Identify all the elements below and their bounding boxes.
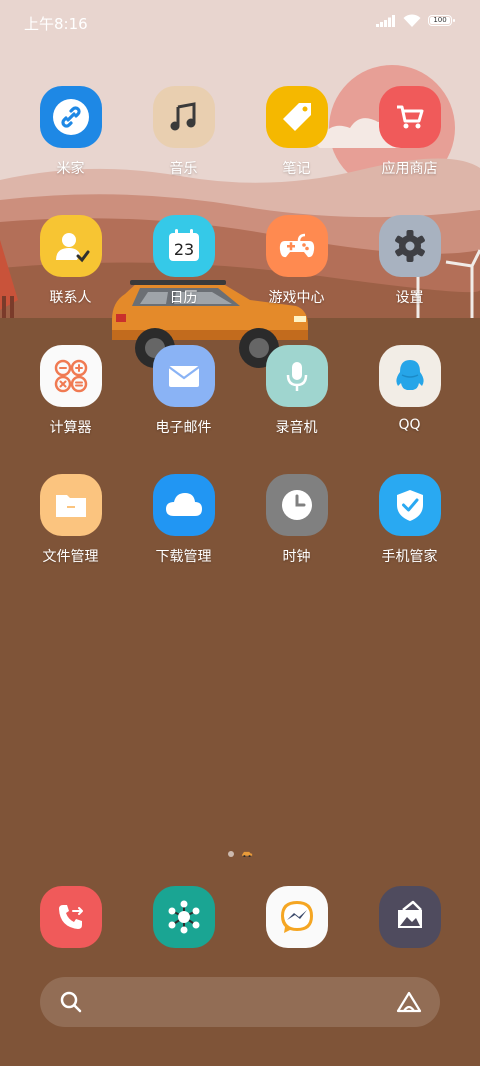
status-time: 上午8:16 — [24, 15, 88, 33]
app-icon — [152, 86, 215, 148]
dock-gallery[interactable] — [379, 886, 441, 948]
app-clock[interactable]: 时钟 — [240, 474, 353, 584]
calculator-icon — [54, 359, 87, 393]
cloud-icon — [165, 493, 202, 516]
shopping-cart-icon — [396, 105, 423, 129]
app-label: 音乐 — [169, 161, 198, 177]
app-label: 时钟 — [282, 549, 311, 565]
app-icon — [39, 215, 102, 277]
app-label: 录音机 — [275, 420, 318, 436]
battery-icon: 100 — [428, 15, 455, 26]
search-bar[interactable] — [40, 977, 440, 1027]
app-calendar[interactable]: 23 日历 — [127, 215, 240, 325]
app-icon — [378, 86, 441, 148]
shield-check-icon — [396, 490, 423, 521]
qq-penguin-icon — [395, 360, 424, 390]
app-recorder[interactable]: 录音机 — [240, 345, 353, 455]
app-icon: 23 — [152, 215, 215, 277]
app-icon — [39, 345, 102, 407]
app-label: 游戏中心 — [268, 290, 325, 306]
microphone-icon — [286, 362, 307, 391]
gear-icon — [394, 230, 425, 262]
app-notes[interactable]: 笔记 — [240, 86, 353, 196]
app-icon — [152, 345, 215, 407]
app-label: 日历 — [169, 290, 198, 306]
calendar-day: 23 — [173, 240, 193, 259]
app-contacts[interactable]: 联系人 — [14, 215, 127, 325]
search-icon[interactable] — [59, 990, 83, 1014]
app-icon — [265, 86, 328, 148]
app-downloads[interactable]: 下载管理 — [127, 474, 240, 584]
app-label: 应用商店 — [381, 161, 438, 177]
messenger-icon — [281, 901, 313, 933]
app-file-manager[interactable]: 文件管理 — [14, 474, 127, 584]
phone-icon — [59, 905, 83, 929]
contact-icon — [55, 233, 89, 263]
app-label: 电子邮件 — [155, 420, 212, 436]
dock-messenger[interactable] — [266, 886, 328, 948]
page-indicator[interactable] — [228, 851, 253, 857]
page-dot-car-icon[interactable] — [241, 851, 253, 857]
network-hub-icon — [168, 900, 200, 934]
app-qq[interactable]: QQ — [353, 345, 466, 455]
app-label: 下载管理 — [155, 549, 212, 565]
status-bar: 上午8:16 100 — [0, 0, 480, 46]
app-store[interactable]: 应用商店 — [353, 86, 466, 196]
app-icon — [39, 474, 102, 536]
tag-icon — [282, 103, 311, 131]
app-music[interactable]: 音乐 — [127, 86, 240, 196]
app-icon — [378, 474, 441, 536]
app-icon — [152, 474, 215, 536]
app-security[interactable]: 手机管家 — [353, 474, 466, 584]
app-label: 手机管家 — [381, 549, 438, 565]
app-email[interactable]: 电子邮件 — [127, 345, 240, 455]
app-game-center[interactable]: 游戏中心 — [240, 215, 353, 325]
music-note-icon — [170, 102, 195, 131]
app-calculator[interactable]: 计算器 — [14, 345, 127, 455]
page-dot[interactable] — [228, 851, 234, 857]
signal-icon — [376, 14, 395, 27]
home-screen: 上午8:16 100 米家 音乐 笔记 应用商店 联系人 23 日历 游戏中心 … — [0, 0, 480, 1066]
gamepad-icon — [279, 233, 314, 258]
app-settings[interactable]: 设置 — [353, 215, 466, 325]
app-icon — [378, 345, 441, 407]
gallery-icon — [398, 900, 422, 928]
app-label: 笔记 — [282, 161, 311, 177]
folder-icon — [55, 495, 86, 517]
dock-phone[interactable] — [40, 886, 102, 948]
app-icon — [265, 345, 328, 407]
app-icon — [265, 474, 328, 536]
app-icon — [378, 215, 441, 277]
status-icons: 100 — [376, 14, 455, 27]
link-icon — [52, 99, 89, 135]
app-label: 米家 — [56, 161, 85, 177]
app-label: 计算器 — [49, 420, 92, 436]
app-mijia[interactable]: 米家 — [14, 86, 127, 196]
app-label: 联系人 — [49, 290, 92, 306]
assistant-icon[interactable] — [396, 990, 422, 1014]
calendar-icon: 23 — [168, 229, 199, 261]
app-label: 设置 — [395, 290, 424, 306]
app-icon — [39, 86, 102, 148]
app-icon — [265, 215, 328, 277]
app-label: QQ — [398, 417, 421, 433]
app-label: 文件管理 — [42, 549, 99, 565]
dock-network-hub[interactable] — [153, 886, 215, 948]
wifi-icon — [403, 14, 421, 27]
clock-icon — [281, 490, 312, 520]
battery-level: 100 — [433, 16, 447, 24]
mail-icon — [167, 366, 200, 387]
